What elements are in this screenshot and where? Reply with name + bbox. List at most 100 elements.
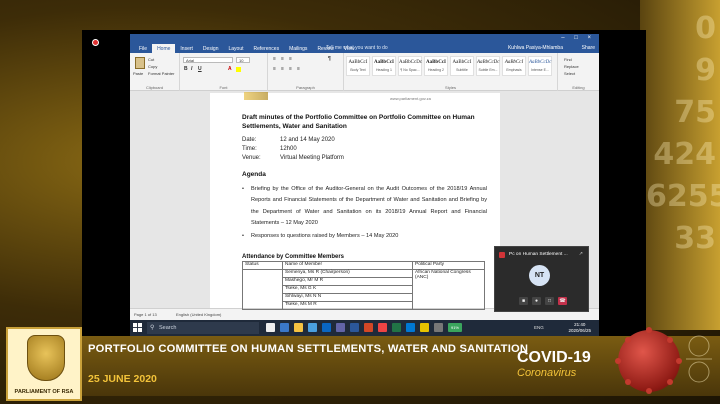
member-name: Tseke, Ms G K — [282, 285, 413, 294]
parliament-logo: PARLIAMENT OF RSA — [6, 327, 82, 401]
meta-venue: Venue: Virtual Meeting Platform — [242, 155, 344, 161]
styles-group: AaBbCcI Body Text AaBbCcI Heading 1 AaBbCc… — [344, 53, 558, 91]
member-name: Semenya, Ms R (Chairperson) — [282, 269, 413, 278]
meeting-popup[interactable]: Pc on Human Settlement ... ↗ NT ■ ● □ ☎ — [494, 246, 589, 312]
format-painter-button[interactable]: Format Painter — [148, 71, 174, 76]
background-digits: 0 9 75 424 6255 33 — [646, 11, 720, 256]
font-size-select[interactable]: 10 — [236, 57, 250, 63]
microphone-icon[interactable]: ● — [532, 297, 541, 305]
editing-label: Editing — [572, 85, 585, 90]
copy-button[interactable]: Copy — [148, 64, 157, 69]
title-bar: – □ × — [130, 34, 599, 43]
style-subtitle[interactable]: AaBbCcI Subtitle — [450, 56, 474, 76]
tab-design[interactable]: Design — [198, 44, 224, 53]
share-screen-icon[interactable]: □ — [545, 297, 554, 305]
header-url: www.parliament.gov.za — [390, 96, 431, 101]
style-no-spacing[interactable]: AaBbCcDc ¶ No Spac... — [398, 56, 422, 76]
member-name: Mashego, Mr M R — [282, 277, 413, 286]
covid-title: COVID-19 — [517, 349, 591, 366]
logo-text: PARLIAMENT OF RSA — [14, 389, 74, 395]
underline-icon[interactable]: U — [198, 67, 203, 72]
agenda-heading: Agenda — [242, 171, 266, 178]
party-cell: African National Congress (ANC) — [412, 269, 485, 310]
font-group: Arial 10 B I U A Font — [180, 53, 268, 91]
meeting-title: Pc on Human Settlement ... — [509, 252, 568, 257]
table-header: Name of Member — [282, 261, 413, 270]
paste-icon[interactable] — [135, 57, 145, 69]
page-count[interactable]: Page 1 of 13 — [134, 312, 157, 317]
style-emphasis[interactable]: AaBbCcI Emphasis — [502, 56, 526, 76]
table-row: Semenya, Ms R (Chairperson) African Nati… — [242, 269, 485, 310]
ribbon: Paste Cut Copy Format Painter Clipboard … — [130, 53, 599, 91]
find-button[interactable]: Find — [564, 57, 572, 62]
coronavirus-subtitle: Coronavirus — [517, 367, 577, 379]
paragraph-group: ≡ ≡ ≡ ≡ ≡ ≡ ≡ ¶ Paragraph — [268, 53, 344, 91]
cut-button[interactable]: Cut — [148, 57, 154, 62]
restore-icon[interactable]: ↗ — [579, 251, 583, 257]
style-heading-2[interactable]: AaBbCcI Heading 2 — [424, 56, 448, 76]
share-button[interactable]: Share — [582, 45, 595, 51]
hang-up-icon[interactable]: ☎ — [558, 297, 567, 305]
paste-button[interactable]: Paste — [133, 71, 143, 76]
align-left-icon[interactable]: ≡ — [273, 67, 278, 72]
style-body-text[interactable]: AaBbCcI Body Text — [346, 56, 370, 76]
meta-time: Time: 12h00 — [242, 146, 297, 152]
bullets-icon[interactable]: ≡ — [273, 57, 278, 62]
window-controls[interactable]: – □ × — [561, 35, 595, 41]
committee-title: PORTFOLIO COMMITTEE ON HUMAN SETTLEMENTS… — [88, 343, 529, 355]
table-header: Political Party — [412, 261, 485, 270]
teams-icon — [499, 252, 505, 258]
attendance-heading: Attendance by Committee Members — [242, 254, 345, 260]
font-label: Font — [219, 85, 228, 90]
document-title: Draft minutes of the Portfolio Committee… — [242, 114, 475, 130]
clipboard-label: Clipboard — [145, 85, 164, 90]
table-header: Status — [242, 261, 283, 270]
style-subtle-emphasis[interactable]: AaBbCcDc Subtle Em... — [476, 56, 500, 76]
clipboard-group: Paste Cut Copy Format Painter Clipboard — [130, 53, 180, 91]
user-name: Kuhlwa Pasiya-Mhlamba — [507, 45, 563, 51]
select-button[interactable]: Select — [564, 71, 575, 76]
paragraph-label: Paragraph — [296, 85, 315, 90]
multilevel-list-icon[interactable]: ≡ — [289, 57, 294, 62]
parliament-logo-small — [244, 92, 268, 100]
background-right-panel: 0 9 75 424 6255 33 — [640, 0, 720, 330]
styles-label: Styles — [445, 85, 456, 90]
tab-mailings[interactable]: Mailings — [284, 44, 312, 53]
show-formatting-icon[interactable]: ¶ — [328, 57, 333, 62]
highlight-icon[interactable] — [236, 67, 241, 72]
numbering-icon[interactable]: ≡ — [281, 57, 286, 62]
camera-icon[interactable]: ■ — [519, 297, 528, 305]
language-status[interactable]: English (United Kingdom) — [176, 312, 221, 317]
font-name-select[interactable]: Arial — [183, 57, 233, 63]
avatar: NT — [529, 265, 550, 286]
tab-references[interactable]: References — [249, 44, 285, 53]
agenda-item: • Briefing by the Office of the Auditor-G… — [242, 186, 487, 227]
members-table: Status Name of Member Political Party Se… — [242, 261, 485, 310]
style-heading-1[interactable]: AaBbCcI Heading 1 — [372, 56, 396, 76]
tab-layout[interactable]: Layout — [224, 44, 249, 53]
member-name: Sihlwayi, Ms N N — [282, 293, 413, 302]
agenda-item: • Responses to questions raised by Member… — [242, 233, 399, 239]
meta-date: Date: 12 and 14 May 2020 — [242, 137, 335, 143]
broadcast-date: 25 JUNE 2020 — [88, 373, 157, 385]
bold-icon[interactable]: B — [184, 67, 189, 72]
record-icon — [92, 39, 99, 46]
tab-insert[interactable]: Insert — [175, 44, 198, 53]
lower-third: PARLIAMENT OF RSA PORTFOLIO COMMITTEE ON… — [0, 322, 720, 404]
replace-button[interactable]: Replace — [564, 64, 579, 69]
style-intense-emphasis[interactable]: AaBbCcDc Intense E... — [528, 56, 552, 76]
font-color-icon[interactable]: A — [228, 67, 233, 72]
tab-file[interactable]: File — [134, 44, 152, 53]
tell-me-search[interactable]: Tell me what you want to do — [326, 45, 388, 51]
virus-icon — [615, 327, 682, 394]
align-right-icon[interactable]: ≡ — [289, 67, 294, 72]
italic-icon[interactable]: I — [191, 67, 196, 72]
align-center-icon[interactable]: ≡ — [281, 67, 286, 72]
table-header-row: Status Name of Member Political Party — [242, 261, 485, 270]
status-cell — [242, 269, 283, 310]
coat-of-arms — [27, 335, 65, 381]
tab-home[interactable]: Home — [152, 44, 176, 53]
member-name: Tseke, Ms M R — [282, 301, 413, 310]
editing-group: Find Replace Select Editing — [558, 53, 599, 91]
justify-icon[interactable]: ≡ — [297, 67, 302, 72]
